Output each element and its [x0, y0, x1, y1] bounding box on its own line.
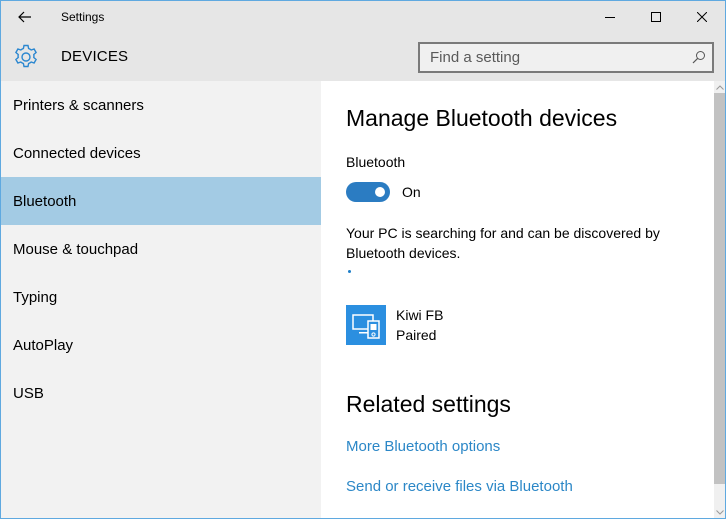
sidebar-item-label: AutoPlay — [13, 336, 74, 354]
minimize-button[interactable] — [587, 1, 633, 33]
bluetooth-toggle[interactable] — [346, 182, 390, 202]
device-status: Paired — [396, 327, 437, 343]
maximize-icon — [651, 12, 661, 22]
sidebar-item-autoplay[interactable]: AutoPlay — [1, 321, 321, 369]
chevron-down-icon — [715, 509, 724, 515]
vertical-scrollbar[interactable] — [691, 81, 725, 518]
settings-window: Settings DEVICES Printers & s — [0, 0, 726, 519]
search-icon[interactable] — [692, 50, 706, 64]
back-arrow-icon — [18, 11, 31, 23]
searching-progress-dot — [348, 270, 351, 273]
window-title: Settings — [61, 10, 105, 24]
scroll-down-button[interactable] — [714, 506, 725, 518]
devices-icon — [346, 305, 386, 345]
search-box[interactable] — [418, 42, 714, 73]
sidebar-item-label: Typing — [13, 288, 58, 306]
related-settings-heading: Related settings — [346, 391, 511, 417]
page-title: Manage Bluetooth devices — [346, 105, 618, 131]
more-bluetooth-options-link[interactable]: More Bluetooth options — [346, 438, 500, 455]
bluetooth-label: Bluetooth — [346, 154, 406, 170]
maximize-button[interactable] — [633, 1, 679, 33]
sidebar-item-label: Connected devices — [13, 144, 141, 162]
search-input[interactable] — [420, 44, 680, 71]
send-receive-files-link[interactable]: Send or receive files via Bluetooth — [346, 478, 573, 495]
toggle-knob — [375, 187, 385, 197]
scroll-up-button[interactable] — [714, 81, 725, 93]
device-item[interactable]: Kiwi FB Paired — [346, 305, 646, 345]
close-icon — [697, 12, 707, 22]
section-title: DEVICES — [61, 48, 129, 65]
toggle-state-label: On — [402, 184, 421, 200]
scrollbar-thumb[interactable] — [714, 93, 725, 484]
sidebar-item-usb[interactable]: USB — [1, 369, 321, 417]
device-name: Kiwi FB — [396, 307, 444, 323]
sidebar: Printers & scanners Connected devices Bl… — [1, 81, 321, 518]
minimize-icon — [605, 17, 615, 18]
sidebar-item-mouse-touchpad[interactable]: Mouse & touchpad — [1, 225, 321, 273]
sidebar-item-label: Printers & scanners — [13, 96, 144, 114]
chevron-up-icon — [715, 84, 724, 90]
sidebar-item-connected-devices[interactable]: Connected devices — [1, 129, 321, 177]
sidebar-item-printers-scanners[interactable]: Printers & scanners — [1, 81, 321, 129]
close-button[interactable] — [679, 1, 725, 33]
sidebar-item-bluetooth[interactable]: Bluetooth — [1, 177, 321, 225]
page-header: DEVICES — [1, 33, 725, 81]
title-bar: Settings — [1, 1, 725, 33]
discovery-description: Your PC is searching for and can be disc… — [346, 225, 660, 261]
sidebar-item-typing[interactable]: Typing — [1, 273, 321, 321]
gear-icon — [15, 44, 37, 68]
back-button[interactable] — [1, 1, 49, 33]
sidebar-item-label: USB — [13, 384, 44, 402]
sidebar-item-label: Bluetooth — [13, 192, 77, 210]
sidebar-item-label: Mouse & touchpad — [13, 240, 139, 258]
main-content: Manage Bluetooth devices Bluetooth On Yo… — [321, 81, 691, 518]
